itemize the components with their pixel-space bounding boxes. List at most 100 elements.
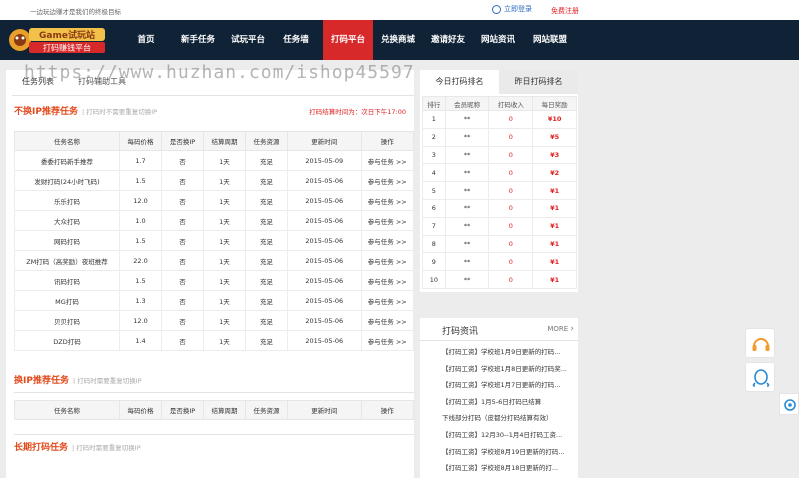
nav-item-0[interactable]: 首页 — [123, 20, 169, 60]
member-name: ** — [444, 234, 490, 254]
site-logo[interactable]: Game试玩站 打码赚钱平台 — [7, 23, 107, 57]
settle-cycle: 1天 — [203, 330, 246, 351]
float-refresh-button[interactable] — [779, 393, 799, 415]
task-resource: 充足 — [245, 150, 288, 171]
update-time: 2015-05-06 — [287, 330, 362, 351]
table-row: 讯码打码 1.5 否 1天 充足 2015-05-06 参与任务 >> — [14, 270, 414, 291]
news-more-label: MORE — [547, 325, 569, 333]
news-item[interactable]: 【打码工资】1月5-6日打码已结算 — [442, 396, 576, 406]
customer-service-button[interactable] — [745, 328, 775, 358]
rank-number: 7 — [422, 216, 446, 236]
tab-tools[interactable]: 打码辅助工具 — [78, 76, 126, 87]
logo-line2: 打码赚钱平台 — [43, 43, 91, 53]
code-income: 0 — [488, 270, 534, 289]
member-name: ** — [444, 163, 490, 183]
rank-number: 4 — [422, 163, 446, 183]
section2-subtitle: | 打码时需要重复切换IP — [72, 377, 142, 385]
column-header: 结算周期 — [203, 131, 246, 151]
rank-row: 5 ** 0 ¥1 — [422, 181, 577, 200]
task-name: 发财打码(24小时飞码) — [14, 170, 120, 191]
nav-item-2[interactable]: 试玩平台 — [223, 20, 273, 60]
rank-row: 10 ** 0 ¥1 — [422, 270, 577, 289]
nav-item-3[interactable]: 任务墙 — [273, 20, 319, 60]
settle-cycle: 1天 — [203, 210, 246, 231]
daily-reward: ¥1 — [532, 181, 577, 200]
member-name: ** — [444, 270, 490, 289]
table-row: 网码打码 1.5 否 1天 充足 2015-05-06 参与任务 >> — [14, 230, 414, 251]
update-time: 2015-05-06 — [287, 170, 362, 191]
task-resource: 充足 — [245, 290, 288, 311]
settle-cycle: 1天 — [203, 170, 246, 191]
rank-row: 2 ** 0 ¥5 — [422, 127, 577, 147]
join-task-link[interactable]: 参与任务 >> — [360, 330, 414, 351]
table-row: 委委打码新手推荐 1.7 否 1天 充足 2015-05-09 参与任务 >> — [14, 150, 414, 171]
nav-item-4[interactable]: 打码平台 — [323, 20, 373, 60]
tab-yesterday-rank[interactable]: 昨日打码排名 — [499, 70, 578, 94]
rank-column-header: 会员昵称 — [444, 96, 490, 111]
user-icon — [492, 4, 501, 14]
ranking-table: 排行 会员昵称 打码收入 每日奖励 1 ** 0 ¥10 2 ** 0 ¥5 3 ** 0 ¥3 4 ** 0 ¥2… — [422, 96, 577, 289]
rank-number: 6 — [422, 198, 446, 218]
section3-title-text: 长期打码任务 — [14, 443, 69, 453]
member-name: ** — [444, 145, 490, 165]
daily-reward: ¥5 — [532, 127, 577, 147]
nav-item-5[interactable]: 兑换商城 — [373, 20, 423, 60]
update-time: 2015-05-06 — [287, 290, 362, 311]
logo-line1: Game试玩站 — [39, 29, 95, 41]
task-panel: 任务列表 打码辅助工具 不换IP推荐任务 | 打码时不需要重复切换IP 打码结算时… — [6, 70, 414, 478]
update-time: 2015-05-06 — [287, 230, 362, 251]
tab-today-rank[interactable]: 今日打码排名 — [420, 70, 499, 94]
news-item[interactable]: 【打码工资】学校班1月7日更新的打码... — [442, 379, 576, 389]
task-price: 12.0 — [119, 310, 162, 331]
daily-reward: ¥3 — [532, 145, 577, 165]
qq-button[interactable] — [745, 362, 775, 392]
tab-task-list[interactable]: 任务列表 — [22, 76, 54, 87]
task-price: 1.5 — [119, 230, 162, 251]
column-header: 每码价格 — [119, 131, 162, 151]
code-income: 0 — [488, 198, 534, 218]
column-header: 结算周期 — [203, 400, 246, 420]
join-task-link[interactable]: 参与任务 >> — [360, 150, 414, 171]
news-panel: 打码资讯 MORE › 【打码工资】学校班1月9日更新的打码... 【打码工资】学… — [420, 318, 578, 478]
daily-reward: ¥10 — [532, 110, 577, 129]
nav-item-8[interactable]: 网站联盟 — [525, 20, 575, 60]
rank-number: 1 — [422, 110, 446, 129]
join-task-link[interactable]: 参与任务 >> — [360, 290, 414, 311]
join-task-link[interactable]: 参与任务 >> — [360, 170, 414, 191]
member-name: ** — [444, 181, 490, 200]
section2-title-text: 换IP推荐任务 — [14, 376, 69, 386]
ip-switch: 否 — [161, 230, 204, 251]
daily-reward: ¥1 — [532, 216, 577, 236]
join-task-link[interactable]: 参与任务 >> — [360, 250, 414, 271]
join-task-link[interactable]: 参与任务 >> — [360, 210, 414, 231]
news-item[interactable]: 【打码工资】学校班8月18日更新的打... — [442, 462, 576, 472]
news-item[interactable]: 【打码工资】学校班1月8日更新的打码奖... — [442, 363, 576, 373]
news-item[interactable]: 【打码工资】学校班8月19日更新的打码... — [442, 446, 576, 456]
code-income: 0 — [488, 181, 534, 200]
nav-item-1[interactable]: 新手任务 — [173, 20, 223, 60]
nav-item-6[interactable]: 邀请好友 — [423, 20, 473, 60]
join-task-link[interactable]: 参与任务 >> — [360, 310, 414, 331]
join-task-link[interactable]: 参与任务 >> — [360, 270, 414, 291]
member-name: ** — [444, 198, 490, 218]
ip-switch: 否 — [161, 330, 204, 351]
rank-row: 6 ** 0 ¥1 — [422, 198, 577, 218]
news-item[interactable]: 【打码工资】学校班1月9日更新的打码... — [442, 346, 576, 356]
column-header: 任务资源 — [245, 400, 288, 420]
task-resource: 充足 — [245, 270, 288, 291]
register-link[interactable]: 免费注册 — [551, 6, 579, 16]
news-more-link[interactable]: MORE › — [547, 324, 574, 334]
news-item[interactable]: 【打码工资】12月30--1月4日打码工资... — [442, 429, 576, 439]
refresh-icon — [784, 399, 796, 411]
nav-item-7[interactable]: 网站资讯 — [473, 20, 523, 60]
task-price: 1.0 — [119, 210, 162, 231]
column-header: 更新时间 — [287, 400, 362, 420]
code-income: 0 — [488, 127, 534, 147]
join-task-link[interactable]: 参与任务 >> — [360, 190, 414, 211]
login-link[interactable]: 立即登录 — [492, 4, 532, 14]
task-resource: 充足 — [245, 170, 288, 191]
settlement-note: 打码结算时间为：次日下午17:00 — [309, 108, 406, 116]
join-task-link[interactable]: 参与任务 >> — [360, 230, 414, 251]
rank-number: 2 — [422, 127, 446, 147]
news-item[interactable]: 下线部分打码（皮都分打码结算有效） — [442, 412, 576, 422]
